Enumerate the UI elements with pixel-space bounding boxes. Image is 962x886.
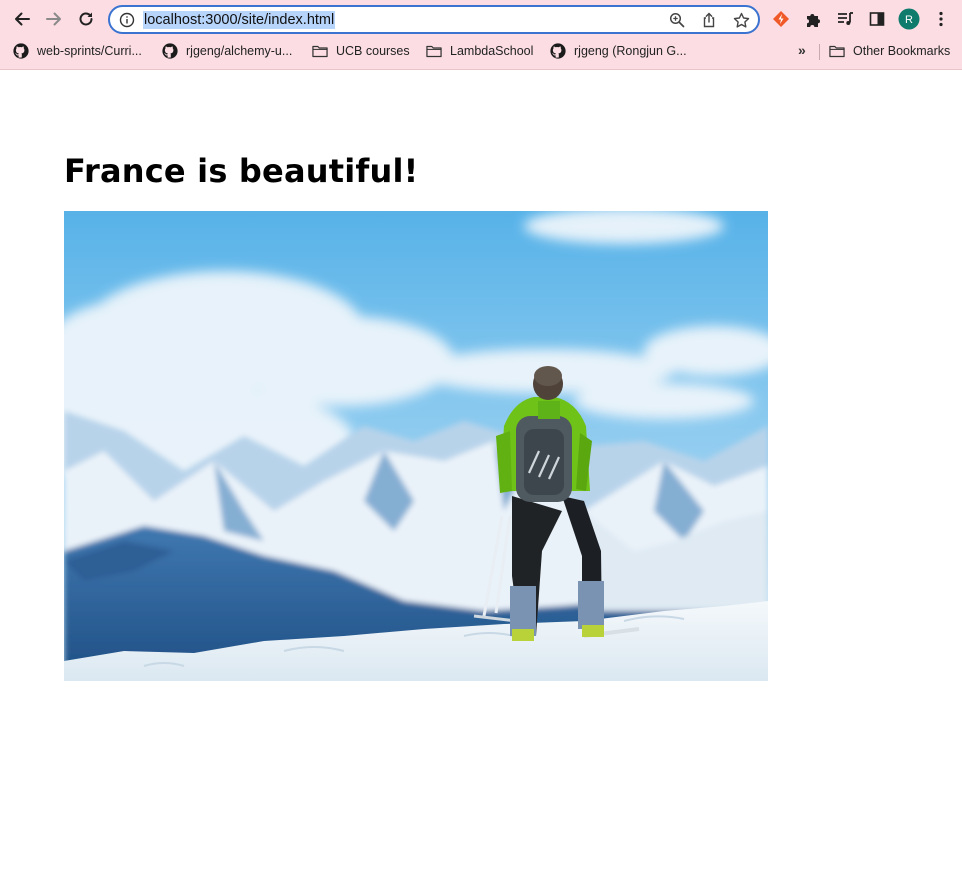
share-icon <box>703 12 715 28</box>
bookmarks-divider <box>819 44 820 60</box>
hero-image <box>64 211 768 681</box>
bookmark-star-button[interactable] <box>732 11 750 29</box>
side-panel-icon <box>869 12 885 26</box>
bookmark-label: UCB courses <box>336 44 410 58</box>
skier-in-mountains-photo <box>64 211 768 681</box>
bookmarks-overflow-button[interactable]: » <box>798 42 806 58</box>
playlist-music-icon <box>838 12 853 25</box>
media-controls-button[interactable] <box>832 7 858 31</box>
profile-initial: R <box>905 14 913 26</box>
back-button[interactable] <box>9 7 35 31</box>
zoom-button[interactable] <box>668 11 686 29</box>
profile-button[interactable]: R <box>896 7 922 31</box>
bookmark-label: web-sprints/Curri... <box>37 44 142 58</box>
folder-icon <box>829 43 845 59</box>
github-icon <box>162 43 178 59</box>
bookmark-item[interactable]: web-sprints/Curri... <box>13 41 142 61</box>
side-panel-button[interactable] <box>864 7 890 31</box>
browser-toolbar: localhost:3000/site/index.html R <box>0 0 962 38</box>
arrow-right-icon <box>46 12 61 26</box>
info-icon[interactable] <box>119 12 135 28</box>
puzzle-piece-icon <box>806 13 820 27</box>
kebab-menu-icon <box>939 11 943 27</box>
bookmarks-bar: web-sprints/Curri... rjgeng/alchemy-u...… <box>0 38 962 64</box>
reload-button[interactable] <box>73 7 99 31</box>
folder-icon <box>312 43 328 59</box>
star-icon <box>733 12 749 28</box>
bookmark-item[interactable]: rjgeng (Rongjun G... <box>550 41 687 61</box>
other-bookmarks-label: Other Bookmarks <box>853 44 951 58</box>
bookmark-label: LambdaSchool <box>450 44 534 58</box>
bookmark-label: rjgeng (Rongjun G... <box>574 44 687 58</box>
avatar: R <box>898 8 920 30</box>
bookmark-folder[interactable]: LambdaSchool <box>426 41 533 61</box>
forward-button[interactable] <box>41 7 67 31</box>
share-button[interactable] <box>700 11 718 29</box>
zoom-icon <box>669 12 685 28</box>
extensions-menu-button[interactable] <box>800 7 826 31</box>
arrow-left-icon <box>15 12 30 26</box>
bookmark-item[interactable]: rjgeng/alchemy-u... <box>162 41 292 61</box>
extension-button[interactable] <box>768 7 794 31</box>
extension-diamond-icon <box>773 11 789 27</box>
github-icon <box>550 43 566 59</box>
other-bookmarks-folder[interactable]: Other Bookmarks <box>829 41 950 61</box>
bookmark-folder[interactable]: UCB courses <box>312 41 410 61</box>
github-icon <box>13 43 29 59</box>
page-content: France is beautiful! <box>0 70 962 886</box>
browser-chrome: localhost:3000/site/index.html R web-spr… <box>0 0 962 70</box>
bookmark-label: rjgeng/alchemy-u... <box>186 44 293 58</box>
reload-icon <box>79 12 93 26</box>
page-title: France is beautiful! <box>64 152 419 190</box>
browser-menu-button[interactable] <box>928 7 954 31</box>
folder-icon <box>426 43 442 59</box>
address-bar[interactable]: localhost:3000/site/index.html <box>108 5 760 34</box>
url-text[interactable]: localhost:3000/site/index.html <box>143 11 336 29</box>
